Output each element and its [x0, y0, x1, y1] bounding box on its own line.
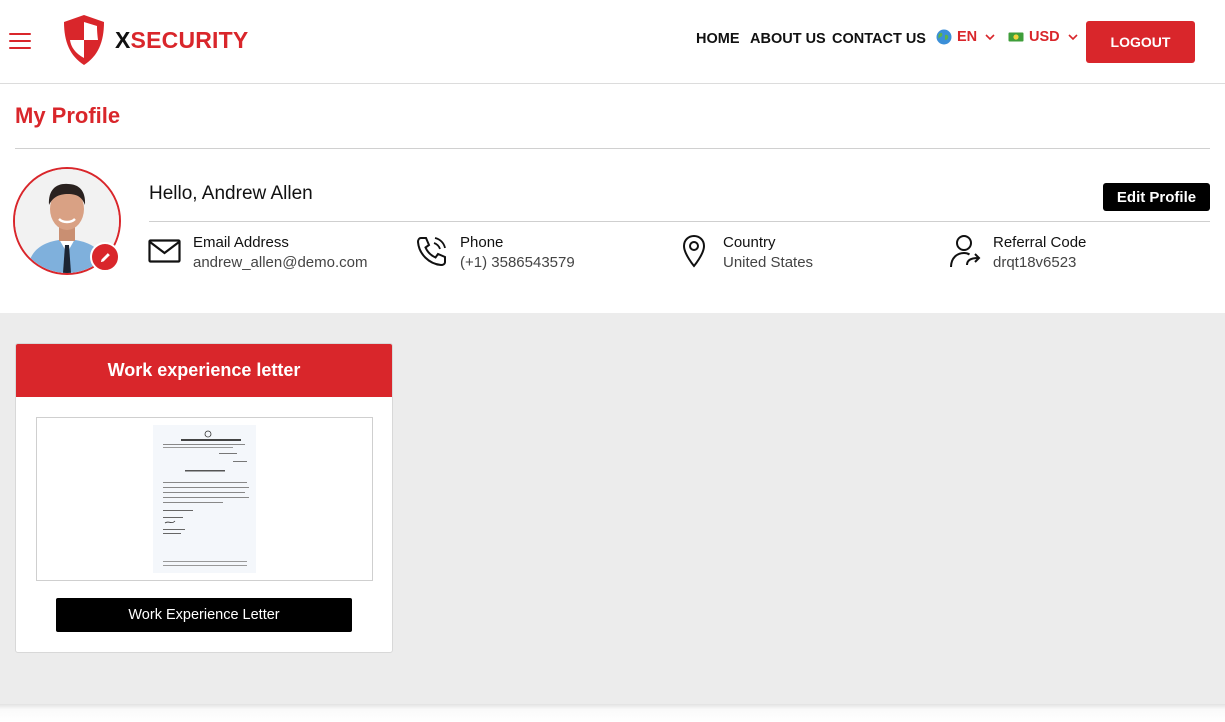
- brand-logo[interactable]: XSECURITY: [62, 14, 248, 66]
- banknote-icon: [1008, 32, 1024, 42]
- user-share-icon: [950, 235, 981, 268]
- nav-contact-link[interactable]: CONTACT US: [832, 31, 926, 47]
- pencil-icon: [100, 252, 110, 262]
- nav-about-link[interactable]: ABOUT US: [750, 31, 826, 47]
- edit-avatar-button[interactable]: [90, 242, 120, 272]
- referral-value: drqt18v6523: [993, 254, 1077, 271]
- edit-profile-button[interactable]: Edit Profile: [1103, 183, 1210, 211]
- phone-label: Phone: [460, 234, 504, 251]
- document-preview[interactable]: [36, 417, 373, 581]
- work-experience-letter-button[interactable]: Work Experience Letter: [56, 598, 352, 632]
- country-info: Country United States: [678, 234, 813, 273]
- top-navigation-bar: XSECURITY HOME ABOUT US CONTACT US EN US…: [0, 0, 1225, 84]
- hamburger-menu-icon[interactable]: [9, 33, 31, 49]
- page-bottom-edge: [0, 704, 1225, 722]
- brand-name: XSECURITY: [115, 26, 249, 53]
- country-value: United States: [723, 254, 814, 271]
- language-selector[interactable]: EN: [936, 29, 995, 45]
- document-thumbnail: [153, 425, 256, 573]
- phone-value: (+1) 3586543579: [460, 254, 575, 271]
- email-value: andrew_allen@demo.com: [193, 254, 368, 271]
- document-card: Work experience letter Work Experience L…: [15, 343, 393, 653]
- email-label: Email Address: [193, 234, 289, 251]
- language-value: EN: [957, 29, 978, 45]
- phone-icon: [416, 237, 446, 267]
- divider: [15, 148, 1210, 149]
- referral-label: Referral Code: [993, 234, 1087, 251]
- logout-button[interactable]: LOGOUT: [1086, 21, 1195, 63]
- page-title: My Profile: [15, 103, 121, 128]
- chevron-down-icon: [1068, 34, 1078, 41]
- divider: [149, 221, 1210, 222]
- currency-selector[interactable]: USD: [1008, 29, 1078, 45]
- location-pin-icon: [682, 234, 706, 268]
- nav-home-link[interactable]: HOME: [696, 31, 740, 47]
- country-label: Country: [723, 234, 776, 251]
- referral-info: Referral Code drqt18v6523: [948, 234, 1086, 273]
- document-card-title: Work experience letter: [16, 344, 392, 397]
- phone-info: Phone (+1) 3586543579: [415, 234, 575, 273]
- profile-section: My Profile Hello, Andrew Allen Edit Prof…: [0, 84, 1225, 313]
- greeting-text: Hello, Andrew Allen: [149, 183, 313, 204]
- currency-value: USD: [1029, 29, 1060, 45]
- email-info: Email Address andrew_allen@demo.com: [148, 234, 368, 273]
- globe-icon: [936, 29, 952, 45]
- chevron-down-icon: [985, 34, 995, 41]
- envelope-icon: [148, 239, 181, 263]
- shield-logo-icon: [64, 15, 104, 65]
